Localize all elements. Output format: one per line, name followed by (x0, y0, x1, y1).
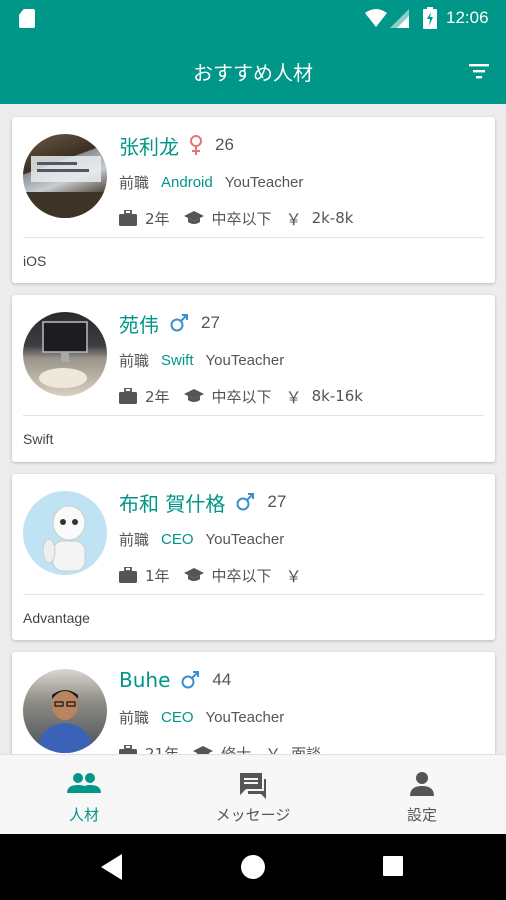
candidate-age: 26 (215, 135, 234, 154)
skill-tag: Advantage (23, 610, 90, 626)
previous-company: YouTeacher (205, 531, 285, 548)
skill-tag: iOS (23, 253, 47, 269)
candidate-name: 布和 賀什格 (119, 491, 226, 516)
education: 修士 (221, 744, 252, 755)
previous-job-label: 前職 (119, 352, 150, 370)
recent-apps-icon[interactable] (383, 856, 403, 876)
graduation-cap-icon (193, 746, 214, 754)
candidate-card[interactable]: 布和 賀什格 27 前職 CEO YouTeacher 1年 中卒以下 ￥ Ad… (12, 474, 495, 640)
nav-item-settings[interactable]: 設定 (338, 755, 506, 835)
system-navigation-bar (0, 834, 506, 900)
candidate-name: 张利龙 (119, 134, 179, 159)
candidate-age: 44 (212, 670, 232, 689)
candidate-age: 27 (201, 313, 220, 332)
education: 中卒以下 (211, 387, 272, 406)
candidate-age: 27 (267, 492, 287, 511)
salary: 面談 (291, 744, 322, 755)
previous-role: CEO (161, 531, 194, 548)
filter-icon[interactable] (467, 61, 491, 81)
people-icon (67, 773, 101, 793)
previous-company: YouTeacher (205, 709, 285, 726)
briefcase-icon (119, 567, 137, 583)
male-icon (236, 493, 255, 511)
wifi-icon (365, 9, 387, 27)
back-icon[interactable] (101, 854, 123, 880)
female-icon (190, 135, 202, 155)
divider (23, 594, 484, 595)
briefcase-icon (119, 388, 137, 404)
avatar (23, 134, 107, 218)
candidate-card[interactable]: 张利龙 26 前職 Android YouTeacher 2年 中卒以下 ￥ 2… (12, 117, 495, 283)
briefcase-icon (119, 745, 137, 754)
salary: 2k-8k (311, 209, 354, 227)
avatar (23, 491, 107, 575)
experience: 2年 (145, 209, 170, 228)
status-bar: 12:06 (0, 0, 506, 37)
app-bar: おすすめ人材 (0, 37, 506, 104)
nav-item-messages[interactable]: メッセージ (169, 755, 337, 835)
nav-label: 設定 (406, 806, 437, 824)
previous-company: YouTeacher (224, 174, 304, 191)
education: 中卒以下 (211, 566, 272, 585)
yen-icon: ￥ (285, 210, 302, 229)
briefcase-icon (119, 210, 137, 226)
signal-icon (390, 9, 409, 28)
experience: 1年 (145, 566, 170, 585)
male-icon (170, 314, 188, 332)
yen-icon: ￥ (285, 388, 302, 407)
candidate-card[interactable]: 苑伟 27 前職 Swift YouTeacher 2年 中卒以下 ￥ 8k-1… (12, 295, 495, 462)
candidate-list[interactable]: 张利龙 26 前職 Android YouTeacher 2年 中卒以下 ￥ 2… (0, 104, 506, 754)
avatar (23, 312, 107, 396)
previous-role: Swift (161, 352, 194, 369)
previous-job-label: 前職 (119, 709, 150, 727)
skill-tag: Swift (23, 431, 54, 447)
previous-job-label: 前職 (119, 531, 150, 549)
experience: 21年 (145, 744, 180, 755)
chat-icon (240, 773, 266, 799)
previous-role: CEO (161, 709, 194, 726)
nav-label: 人材 (68, 806, 99, 824)
divider (23, 415, 484, 416)
graduation-cap-icon (183, 389, 204, 402)
salary: 8k-16k (311, 387, 363, 405)
candidate-name: Buhe (119, 668, 171, 692)
yen-icon: ￥ (265, 741, 281, 754)
experience: 2年 (145, 387, 170, 406)
candidate-card[interactable]: Buhe 44 前職 CEO YouTeacher 21年 修士 ￥ 面談 (12, 652, 495, 754)
avatar (23, 669, 107, 753)
person-icon (410, 772, 434, 796)
battery-charging-icon (423, 7, 437, 29)
clock: 12:06 (446, 8, 489, 27)
yen-icon: ￥ (285, 567, 302, 586)
education: 中卒以下 (211, 209, 272, 228)
divider (23, 237, 484, 238)
male-icon (181, 671, 200, 689)
graduation-cap-icon (183, 211, 204, 224)
sd-card-icon (19, 9, 35, 28)
previous-job-label: 前職 (119, 174, 150, 192)
home-icon[interactable] (241, 855, 265, 879)
bottom-navigation: 人材 メッセージ 設定 (0, 754, 506, 834)
graduation-cap-icon (183, 568, 204, 581)
previous-company: YouTeacher (205, 352, 285, 369)
nav-label: メッセージ (215, 806, 291, 824)
candidate-name: 苑伟 (119, 312, 159, 337)
page-title: おすすめ人材 (193, 61, 313, 85)
nav-item-talent[interactable]: 人材 (0, 755, 168, 835)
previous-role: Android (161, 174, 213, 191)
